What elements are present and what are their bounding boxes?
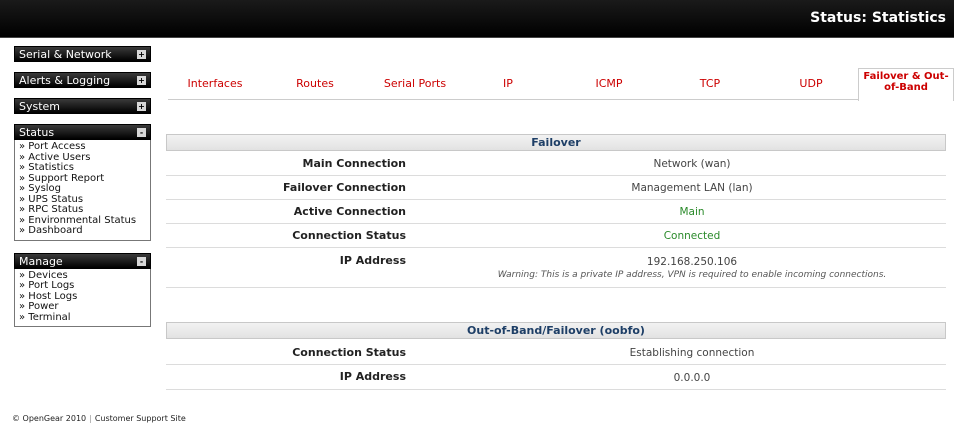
status-menu-list: » Port Access » Active Users » Statistic… <box>14 140 151 241</box>
menu-item-terminal[interactable]: » Terminal <box>19 312 146 324</box>
row-label: Connection Status <box>292 346 406 359</box>
menu-item-port-logs[interactable]: » Port Logs <box>19 280 146 292</box>
table-row: IP Address 192.168.250.106 Warning: This… <box>166 248 946 288</box>
row-label: IP Address <box>339 254 406 267</box>
row-label: Failover Connection <box>283 181 406 194</box>
menu-item-rpc-status[interactable]: » RPC Status <box>19 204 146 216</box>
tab-ip[interactable]: IP <box>498 77 518 90</box>
menu-label: Manage <box>19 254 63 268</box>
expand-icon[interactable]: + <box>137 102 146 111</box>
row-value: Establishing connection <box>629 347 755 359</box>
menu-label: Serial & Network <box>19 48 112 61</box>
row-value: Connected <box>663 230 721 242</box>
row-label: Connection Status <box>292 229 406 242</box>
copyright-text: © OpenGear 2010 <box>12 414 87 423</box>
menu-label: Status <box>19 126 55 139</box>
tab-failover-oob[interactable]: Failover & Out-of-Band <box>858 68 954 101</box>
row-value: Management LAN (lan) <box>631 182 753 194</box>
row-label: Active Connection <box>293 205 406 218</box>
menu-item-dashboard[interactable]: » Dashboard <box>19 225 146 237</box>
tab-interfaces[interactable]: Interfaces <box>182 77 248 90</box>
private-ip-warning: Warning: This is a private IP address, V… <box>497 270 887 280</box>
footer: © OpenGear 2010 | Customer Support Site <box>12 414 186 423</box>
table-row: Active Connection Main <box>166 200 946 224</box>
table-row: Failover Connection Management LAN (lan) <box>166 176 946 200</box>
menu-system[interactable]: System + <box>14 98 151 114</box>
menu-label: Alerts & Logging <box>19 74 111 87</box>
menu-label: System <box>19 100 61 113</box>
menu-serial-network[interactable]: Serial & Network + <box>14 46 151 62</box>
top-header-bar: Status: Statistics <box>0 0 954 38</box>
menu-item-syslog[interactable]: » Syslog <box>19 183 146 195</box>
page-title: Status: Statistics <box>810 10 946 26</box>
tab-bar: Interfaces Routes Serial Ports IP ICMP T… <box>168 68 954 101</box>
row-value: Main <box>679 206 705 218</box>
row-value: 192.168.250.106 <box>646 256 738 268</box>
table-row: Connection Status Establishing connectio… <box>166 340 946 365</box>
tab-routes[interactable]: Routes <box>290 77 340 90</box>
expand-icon[interactable]: + <box>137 50 146 59</box>
table-row: IP Address 0.0.0.0 <box>166 365 946 390</box>
row-value: Network (wan) <box>653 158 731 170</box>
tab-tcp[interactable]: TCP <box>696 77 724 90</box>
menu-status[interactable]: Status - <box>14 124 151 140</box>
tab-serial-ports[interactable]: Serial Ports <box>380 77 450 90</box>
menu-item-power[interactable]: » Power <box>19 301 146 313</box>
table-row: Main Connection Network (wan) <box>166 152 946 176</box>
menu-item-statistics[interactable]: » Statistics <box>19 162 146 174</box>
tab-udp[interactable]: UDP <box>796 77 826 90</box>
oob-section-title: Out-of-Band/Failover (oobfo) <box>166 322 946 339</box>
row-label: IP Address <box>339 370 406 383</box>
support-link[interactable]: Customer Support Site <box>95 414 186 423</box>
failover-section-title: Failover <box>166 134 946 151</box>
collapse-icon[interactable]: - <box>137 128 146 137</box>
expand-icon[interactable]: + <box>137 76 146 85</box>
table-row: Connection Status Connected <box>166 224 946 248</box>
menu-alerts-logging[interactable]: Alerts & Logging + <box>14 72 151 88</box>
manage-menu-list: » Devices » Port Logs » Host Logs » Powe… <box>14 268 151 327</box>
collapse-icon[interactable]: - <box>137 256 146 266</box>
row-value: 0.0.0.0 <box>673 372 711 384</box>
menu-manage[interactable]: Manage - <box>14 252 151 269</box>
row-label: Main Connection <box>302 157 407 170</box>
sidebar: Serial & Network + Alerts & Logging + Sy… <box>14 46 151 327</box>
menu-item-port-access[interactable]: » Port Access <box>19 141 146 153</box>
tab-icmp[interactable]: ICMP <box>594 77 624 90</box>
